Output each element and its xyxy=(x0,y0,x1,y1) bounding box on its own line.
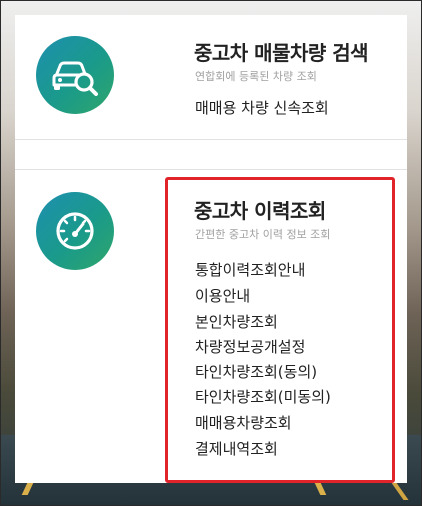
highlight-annotation-box xyxy=(165,177,395,483)
divider xyxy=(15,169,407,170)
link-quick-search-dealer-car[interactable]: 매매용 차량 신속조회 xyxy=(195,97,329,118)
speedometer-icon xyxy=(36,192,114,270)
section1-subtitle: 연합회에 등록된 차량 조회 xyxy=(195,70,317,83)
car-search-icon xyxy=(36,36,114,114)
section-gap xyxy=(15,140,407,169)
screen-frame: 중고차 매물차량 검색 연합회에 등록된 차량 조회 매매용 차량 신속조회 중… xyxy=(0,0,422,506)
section1-title: 중고차 매물차량 검색 xyxy=(194,41,369,65)
